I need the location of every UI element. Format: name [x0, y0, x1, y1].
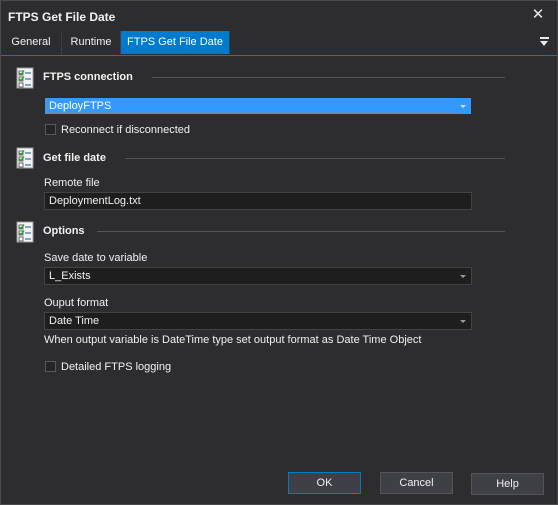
- tab-ftps-get-file-date[interactable]: FTPS Get File Date: [121, 31, 230, 54]
- section-divider: [125, 158, 505, 159]
- section-divider: [97, 231, 505, 232]
- help-button[interactable]: Help: [471, 473, 544, 495]
- tab-strip: General Runtime FTPS Get File Date: [1, 31, 557, 56]
- section-title-options: Options: [43, 225, 85, 237]
- output-format-select[interactable]: Date Time: [44, 312, 472, 330]
- cancel-button[interactable]: Cancel: [380, 472, 453, 494]
- tab-runtime[interactable]: Runtime: [62, 31, 121, 54]
- reconnect-checkbox[interactable]: [45, 124, 56, 135]
- chevron-down-icon[interactable]: [455, 98, 471, 114]
- remote-file-label: Remote file: [44, 177, 100, 189]
- save-date-label: Save date to variable: [44, 252, 148, 264]
- output-format-value: Date Time: [49, 315, 100, 327]
- save-date-variable-select[interactable]: L_Exists: [44, 267, 472, 285]
- ftps-connection-value: DeployFTPS: [49, 100, 112, 112]
- window-title: FTPS Get File Date: [8, 10, 116, 24]
- output-format-label: Ouput format: [44, 297, 109, 309]
- checklist-icon: [16, 67, 34, 89]
- tab-general[interactable]: General: [1, 31, 62, 54]
- section-divider: [152, 77, 505, 78]
- ok-button[interactable]: OK: [288, 472, 361, 494]
- chevron-down-icon[interactable]: [455, 268, 471, 284]
- tab-menu-icon[interactable]: [538, 35, 552, 49]
- remote-file-input[interactable]: DeploymentLog.txt: [44, 192, 472, 210]
- remote-file-value: DeploymentLog.txt: [49, 195, 141, 207]
- detailed-logging-checkbox[interactable]: [45, 361, 56, 372]
- checklist-icon: [16, 221, 34, 243]
- detailed-logging-label: Detailed FTPS logging: [61, 361, 172, 373]
- chevron-down-icon[interactable]: [455, 313, 471, 329]
- section-title-get-file-date: Get file date: [43, 152, 106, 164]
- ftps-connection-select[interactable]: DeployFTPS: [44, 97, 472, 115]
- save-date-value: L_Exists: [49, 270, 91, 282]
- checklist-icon: [16, 147, 34, 169]
- dialog-window: FTPS Get File Date ✕ General Runtime FTP…: [0, 0, 558, 505]
- section-title-ftps-connection: FTPS connection: [43, 71, 133, 83]
- reconnect-label: Reconnect if disconnected: [61, 124, 191, 136]
- output-format-hint: When output variable is DateTime type se…: [44, 334, 422, 346]
- title-bar: FTPS Get File Date ✕: [1, 1, 557, 31]
- close-icon[interactable]: ✕: [529, 6, 547, 24]
